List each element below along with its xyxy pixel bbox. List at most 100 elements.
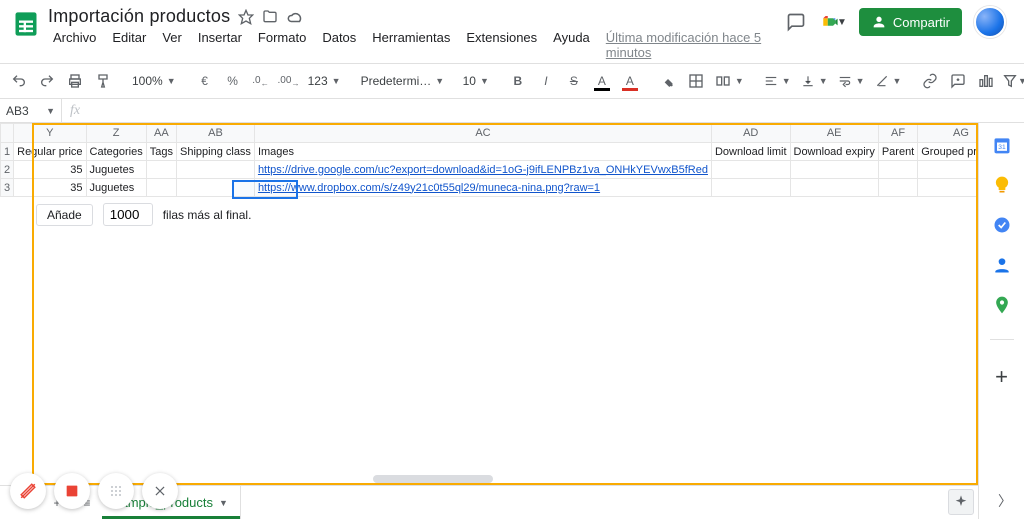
move-icon[interactable] xyxy=(262,9,278,25)
col-header[interactable]: AC xyxy=(254,124,711,143)
cell[interactable] xyxy=(146,161,176,179)
cell[interactable]: Download limit xyxy=(711,143,790,161)
meet-icon[interactable]: ▼ xyxy=(821,9,847,35)
cell[interactable]: Categories xyxy=(86,143,146,161)
last-edit-link[interactable]: Última modificación hace 5 minutos xyxy=(599,27,783,63)
cell[interactable]: Parent xyxy=(878,143,917,161)
halign-button[interactable]: ▼ xyxy=(760,74,795,88)
cell[interactable] xyxy=(790,179,878,197)
maps-addon-icon[interactable] xyxy=(992,295,1012,315)
col-header[interactable]: AB xyxy=(177,124,255,143)
cell[interactable] xyxy=(790,161,878,179)
calendar-addon-icon[interactable]: 31 xyxy=(992,135,1012,155)
menu-extensiones[interactable]: Extensiones xyxy=(459,27,544,63)
print-button[interactable] xyxy=(62,68,88,94)
italic-button[interactable]: I xyxy=(533,68,559,94)
cell[interactable] xyxy=(918,161,978,179)
strikethrough-button[interactable]: S xyxy=(561,68,587,94)
paint-format-button[interactable] xyxy=(90,68,116,94)
account-avatar[interactable] xyxy=(974,6,1006,38)
number-format-select[interactable]: 123▼ xyxy=(304,74,345,88)
menu-ver[interactable]: Ver xyxy=(155,27,189,63)
currency-button[interactable]: € xyxy=(192,68,218,94)
cell[interactable]: 35 xyxy=(14,179,86,197)
tasks-addon-icon[interactable] xyxy=(992,215,1012,235)
spreadsheet-grid[interactable]: Y Z AA AB AC AD AE AF AG AH 1 Regular pr… xyxy=(0,123,978,519)
get-addons-button[interactable]: + xyxy=(995,364,1008,390)
col-header[interactable]: AA xyxy=(146,124,176,143)
increase-decimal-button[interactable]: .00→ xyxy=(276,68,302,94)
float-grid-button[interactable] xyxy=(98,473,134,509)
col-header[interactable]: AF xyxy=(878,124,917,143)
merge-button[interactable]: ▼ xyxy=(711,73,748,89)
cell[interactable]: Juguetes xyxy=(86,179,146,197)
col-header[interactable]: Z xyxy=(86,124,146,143)
bold-button[interactable]: B xyxy=(505,68,531,94)
document-title[interactable]: Importación productos xyxy=(48,6,230,27)
cell[interactable]: 35 xyxy=(14,161,86,179)
comments-icon[interactable] xyxy=(783,9,809,35)
cell[interactable] xyxy=(146,179,176,197)
float-screenshot-button[interactable] xyxy=(54,473,90,509)
col-header[interactable]: AE xyxy=(790,124,878,143)
fill-color-button[interactable]: A xyxy=(617,68,643,94)
chart-button[interactable] xyxy=(973,68,999,94)
link-button[interactable] xyxy=(917,68,943,94)
cell[interactable]: Tags xyxy=(146,143,176,161)
cell[interactable]: Regular price xyxy=(14,143,86,161)
fill-bucket-button[interactable] xyxy=(655,68,681,94)
rotate-button[interactable]: ▼ xyxy=(871,74,906,88)
cell[interactable]: Shipping class xyxy=(177,143,255,161)
cell-link[interactable]: https://www.dropbox.com/s/z49y21c0t55ql2… xyxy=(258,182,600,194)
cell-link[interactable]: https://drive.google.com/uc?export=downl… xyxy=(258,164,708,176)
cell[interactable] xyxy=(711,179,790,197)
text-color-button[interactable]: A xyxy=(589,68,615,94)
float-close-button[interactable] xyxy=(142,473,178,509)
menu-editar[interactable]: Editar xyxy=(105,27,153,63)
wrap-button[interactable]: ▼ xyxy=(834,74,869,88)
menu-herramientas[interactable]: Herramientas xyxy=(365,27,457,63)
cell[interactable] xyxy=(878,179,917,197)
col-header[interactable]: AD xyxy=(711,124,790,143)
cell[interactable]: https://www.dropbox.com/s/z49y21c0t55ql2… xyxy=(254,179,711,197)
filter-button[interactable]: ▼ xyxy=(1001,68,1024,94)
row-header[interactable]: 3 xyxy=(1,179,14,197)
cell[interactable]: Download expiry xyxy=(790,143,878,161)
borders-button[interactable] xyxy=(683,68,709,94)
row-header[interactable]: 1 xyxy=(1,143,14,161)
cell[interactable] xyxy=(177,179,255,197)
cell[interactable] xyxy=(878,161,917,179)
star-icon[interactable] xyxy=(238,9,254,25)
cell[interactable] xyxy=(711,161,790,179)
menu-archivo[interactable]: Archivo xyxy=(46,27,103,63)
percent-button[interactable]: % xyxy=(220,68,246,94)
menu-formato[interactable]: Formato xyxy=(251,27,313,63)
add-rows-button[interactable]: Añade xyxy=(36,204,93,226)
share-button[interactable]: Compartir xyxy=(859,8,962,36)
explore-button[interactable] xyxy=(948,489,974,515)
undo-button[interactable] xyxy=(6,68,32,94)
font-select[interactable]: Predetermi…▼ xyxy=(357,74,447,88)
decrease-decimal-button[interactable]: .0← xyxy=(248,68,274,94)
side-panel-toggle[interactable]: 〉 xyxy=(998,491,1012,511)
cell[interactable] xyxy=(918,179,978,197)
keep-addon-icon[interactable] xyxy=(992,175,1012,195)
name-box[interactable]: AB3▼ xyxy=(0,99,62,122)
add-rows-input[interactable] xyxy=(103,203,153,226)
cell[interactable]: Images xyxy=(254,143,711,161)
cell[interactable]: https://drive.google.com/uc?export=downl… xyxy=(254,161,711,179)
col-header[interactable]: AG xyxy=(918,124,978,143)
contacts-addon-icon[interactable] xyxy=(992,255,1012,275)
row-header[interactable]: 2 xyxy=(1,161,14,179)
cloud-status-icon[interactable] xyxy=(286,8,304,26)
menu-insertar[interactable]: Insertar xyxy=(191,27,249,63)
menu-datos[interactable]: Datos xyxy=(315,27,363,63)
valign-button[interactable]: ▼ xyxy=(797,74,832,88)
cell[interactable]: Juguetes xyxy=(86,161,146,179)
font-size-select[interactable]: 10▼ xyxy=(459,74,493,88)
sheets-logo[interactable] xyxy=(8,6,44,42)
comment-button[interactable] xyxy=(945,68,971,94)
redo-button[interactable] xyxy=(34,68,60,94)
zoom-select[interactable]: 100%▼ xyxy=(128,74,180,88)
cell[interactable] xyxy=(177,161,255,179)
